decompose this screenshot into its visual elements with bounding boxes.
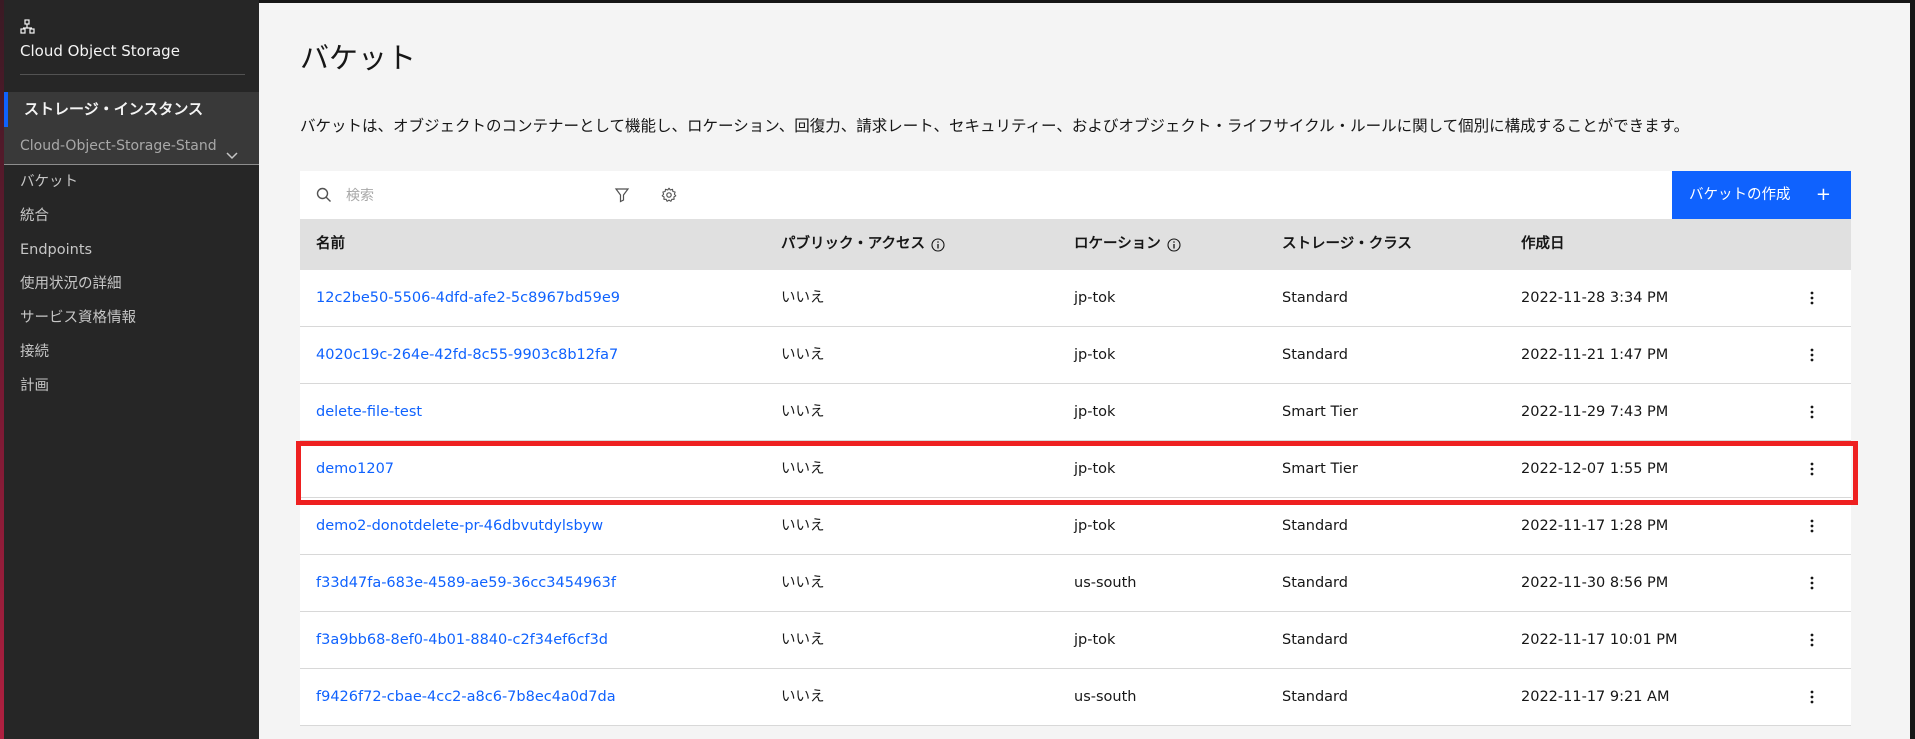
bucket-name-link[interactable]: f33d47fa-683e-4589-ae59-36cc3454963f (316, 555, 616, 611)
bucket-name-link[interactable]: demo1207 (316, 441, 394, 497)
sidebar-item-service-credentials[interactable]: サービス資格情報 (4, 301, 259, 335)
overflow-menu-icon[interactable] (1802, 459, 1822, 479)
instance-select-value: Cloud-Object-Storage-Standa (20, 138, 216, 154)
location-cell: us-south (1074, 575, 1137, 591)
table-row[interactable]: delete-file-test いいえ jp-tok Smart Tier 2022-… (300, 384, 1851, 441)
buckets-table: 名前 パブリック・アクセス ロケーション ストレージ・クラス 作成日 12c2b… (300, 219, 1851, 726)
location-cell: jp-tok (1074, 461, 1116, 477)
main-content: バケット バケットは、オブジェクトのコンテナーとして機能し、ロケーション、回復力… (259, 0, 1915, 739)
column-header-name[interactable]: 名前 (316, 219, 345, 270)
overflow-menu-icon[interactable] (1802, 687, 1822, 707)
create-bucket-button[interactable]: バケットの作成 + (1672, 171, 1851, 219)
instance-select[interactable]: Cloud-Object-Storage-Standa (4, 127, 259, 165)
storage-instance-icon (20, 19, 38, 37)
location-cell: us-south (1074, 689, 1137, 705)
plus-icon: + (1815, 184, 1831, 205)
overflow-menu-icon[interactable] (1802, 402, 1822, 422)
storage-class-cell: Standard (1282, 689, 1348, 705)
column-header-public-access[interactable]: パブリック・アクセス (781, 219, 945, 270)
info-icon[interactable] (931, 237, 945, 252)
sidebar-item-integrations[interactable]: 統合 (4, 199, 259, 233)
search-input[interactable] (344, 181, 588, 211)
public-access-cell: いいえ (781, 404, 825, 420)
sidebar-item-endpoints[interactable]: Endpoints (4, 233, 259, 267)
overflow-menu-icon[interactable] (1802, 345, 1822, 365)
table-row[interactable]: 12c2be50-5506-4dfd-afe2-5c8967bd59e9 いいえ j… (300, 270, 1851, 327)
sidebar-item-usage-details[interactable]: 使用状況の詳細 (4, 267, 259, 301)
column-header-location[interactable]: ロケーション (1074, 219, 1181, 270)
storage-class-cell: Smart Tier (1282, 461, 1358, 477)
created-date-cell: 2022-11-30 8:56 PM (1521, 575, 1669, 591)
table-toolbar: バケットの作成 + (300, 171, 1851, 219)
sidebar-item-connections[interactable]: 接続 (4, 335, 259, 369)
table-row[interactable]: f33d47fa-683e-4589-ae59-36cc3454963f いいえ u… (300, 555, 1851, 612)
table-row[interactable]: f3a9bb68-8ef0-4b01-8840-c2f34ef6cf3d いいえ j… (300, 612, 1851, 669)
column-header-storage-class[interactable]: ストレージ・クラス (1282, 219, 1412, 270)
divider (20, 74, 245, 75)
gear-icon[interactable] (657, 183, 681, 207)
column-header-created[interactable]: 作成日 (1521, 219, 1565, 270)
created-date-cell: 2022-11-17 1:28 PM (1521, 518, 1669, 534)
storage-class-cell: Standard (1282, 575, 1348, 591)
public-access-cell: いいえ (781, 518, 825, 534)
create-bucket-label: バケットの作成 (1689, 187, 1791, 203)
location-cell: jp-tok (1074, 347, 1116, 363)
location-cell: jp-tok (1074, 518, 1116, 534)
public-access-cell: いいえ (781, 347, 825, 363)
public-access-cell: いいえ (781, 632, 825, 648)
overflow-menu-icon[interactable] (1802, 288, 1822, 308)
bucket-name-link[interactable]: 4020c19c-264e-42fd-8c55-9903c8b12fa7 (316, 327, 618, 383)
storage-class-cell: Standard (1282, 347, 1348, 363)
public-access-cell: いいえ (781, 689, 825, 705)
page-description: バケットは、オブジェクトのコンテナーとして機能し、ロケーション、回復力、請求レー… (300, 117, 1690, 135)
public-access-cell: いいえ (781, 575, 825, 591)
brand-title: Cloud Object Storage (20, 42, 180, 60)
created-date-cell: 2022-11-28 3:34 PM (1521, 290, 1669, 306)
search-icon (316, 187, 332, 203)
sidebar-item-plan[interactable]: 計画 (4, 369, 259, 403)
bucket-name-link[interactable]: demo2-donotdelete-pr-46dbvutdylsbyw (316, 498, 603, 554)
created-date-cell: 2022-11-17 10:01 PM (1521, 632, 1678, 648)
storage-class-cell: Smart Tier (1282, 404, 1358, 420)
created-date-cell: 2022-11-21 1:47 PM (1521, 347, 1669, 363)
created-date-cell: 2022-11-17 9:21 AM (1521, 689, 1670, 705)
table-row[interactable]: f9426f72-cbae-4cc2-a8c6-7b8ec4a0d7da いいえ u… (300, 669, 1851, 726)
storage-class-cell: Standard (1282, 632, 1348, 648)
public-access-cell: いいえ (781, 290, 825, 306)
page-title: バケット (300, 41, 417, 75)
table-row[interactable]: demo2-donotdelete-pr-46dbvutdylsbyw いいえ jp… (300, 498, 1851, 555)
location-cell: jp-tok (1074, 290, 1116, 306)
overflow-menu-icon[interactable] (1802, 630, 1822, 650)
overflow-menu-icon[interactable] (1802, 573, 1822, 593)
storage-class-cell: Standard (1282, 518, 1348, 534)
created-date-cell: 2022-12-07 1:55 PM (1521, 461, 1669, 477)
overflow-menu-icon[interactable] (1802, 516, 1822, 536)
bucket-name-link[interactable]: f3a9bb68-8ef0-4b01-8840-c2f34ef6cf3d (316, 612, 608, 668)
bucket-name-link[interactable]: f9426f72-cbae-4cc2-a8c6-7b8ec4a0d7da (316, 669, 616, 725)
public-access-cell: いいえ (781, 461, 825, 477)
info-icon[interactable] (1167, 237, 1181, 252)
table-row[interactable]: 4020c19c-264e-42fd-8c55-9903c8b12fa7 いいえ j… (300, 327, 1851, 384)
window-edge (1910, 0, 1915, 739)
location-cell: jp-tok (1074, 632, 1116, 648)
filter-icon[interactable] (610, 183, 634, 207)
bucket-name-link[interactable]: 12c2be50-5506-4dfd-afe2-5c8967bd59e9 (316, 270, 620, 326)
bucket-name-link[interactable]: delete-file-test (316, 384, 422, 440)
instance-header[interactable]: ストレージ・インスタンス (4, 92, 259, 127)
chevron-down-icon[interactable] (225, 139, 239, 160)
table-row[interactable]: demo1207 いいえ jp-tok Smart Tier 2022-12-07 1:… (300, 441, 1851, 498)
storage-class-cell: Standard (1282, 290, 1348, 306)
location-cell: jp-tok (1074, 404, 1116, 420)
sidebar: Cloud Object Storage ストレージ・インスタンス Cloud-… (4, 0, 259, 739)
created-date-cell: 2022-11-29 7:43 PM (1521, 404, 1669, 420)
sidebar-item-buckets[interactable]: バケット (4, 165, 259, 199)
table-header: 名前 パブリック・アクセス ロケーション ストレージ・クラス 作成日 (300, 219, 1851, 270)
sidebar-nav: バケット 統合 Endpoints 使用状況の詳細 サービス資格情報 接続 計画 (4, 165, 259, 403)
